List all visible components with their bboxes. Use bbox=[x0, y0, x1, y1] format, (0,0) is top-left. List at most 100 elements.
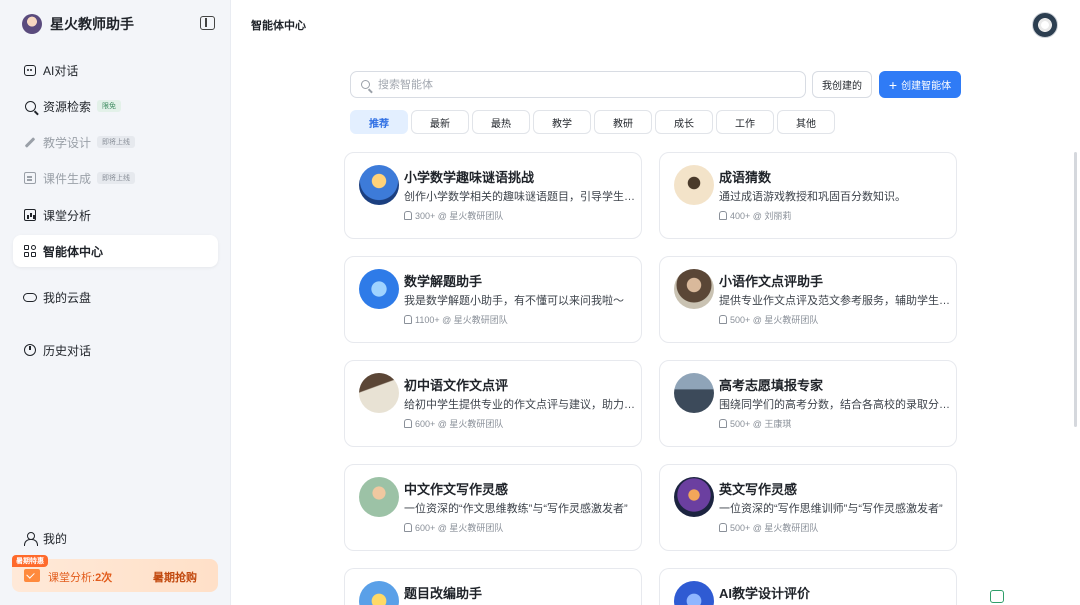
floating-logo-icon[interactable] bbox=[990, 590, 1004, 603]
agent-avatar bbox=[674, 477, 714, 517]
like-icon bbox=[719, 523, 727, 532]
agent-card-junior-essay[interactable]: 初中语文作文点评 给初中学生提供专业的作文点评与建议，助力写作 600+ @ 星… bbox=[344, 360, 642, 447]
like-count: 400+ bbox=[730, 210, 751, 221]
create-agent-label: 创建智能体 bbox=[901, 81, 952, 92]
promo-cta-button[interactable]: 暑期抢购 bbox=[153, 569, 197, 585]
brand[interactable]: 星火教师助手 bbox=[22, 12, 134, 36]
like-icon bbox=[404, 315, 412, 324]
clock-icon bbox=[23, 343, 37, 357]
agent-author: @ 星火教研团队 bbox=[437, 523, 504, 533]
agent-title: 高考志愿填报专家 bbox=[719, 378, 824, 393]
search-input[interactable] bbox=[376, 77, 776, 92]
agent-title: 数学解题助手 bbox=[404, 274, 483, 289]
agent-avatar bbox=[674, 581, 714, 605]
sidebar-item-cloud-drive[interactable]: 我的云盘 bbox=[13, 281, 218, 313]
coming-soon-badge: 即将上线 bbox=[97, 136, 136, 148]
document-icon bbox=[23, 171, 37, 185]
sidebar-collapse-icon[interactable] bbox=[200, 16, 215, 30]
tab-growth[interactable]: 成长 bbox=[655, 110, 713, 134]
sidebar-item-my-profile[interactable]: 我的 bbox=[13, 522, 218, 554]
tab-research[interactable]: 教研 bbox=[594, 110, 652, 134]
sidebar-item-label: 智能体中心 bbox=[43, 244, 104, 259]
agent-card-english-writing[interactable]: 英文写作灵感 一位资深的“写作思维训师”与“写作灵感激发者” 500+ @ 星火… bbox=[659, 464, 957, 551]
agent-card-chinese-writing[interactable]: 中文作文写作灵感 一位资深的“作文思维教练”与“写作灵感激发者” 600+ @ … bbox=[344, 464, 642, 551]
like-count: 300+ bbox=[415, 210, 436, 221]
cloud-icon bbox=[23, 290, 37, 304]
sidebar-item-agent-center[interactable]: 智能体中心 bbox=[13, 235, 218, 267]
plus-icon: + bbox=[888, 76, 898, 93]
sidebar-item-label: 历史对话 bbox=[43, 343, 92, 358]
agent-avatar bbox=[359, 373, 399, 413]
like-count: 500+ bbox=[730, 418, 751, 429]
sidebar-item-class-analysis[interactable]: 课堂分析 bbox=[13, 199, 218, 231]
agent-title: 初中语文作文点评 bbox=[404, 378, 509, 393]
agent-avatar bbox=[359, 581, 399, 605]
coming-soon-badge: 即将上线 bbox=[97, 172, 136, 184]
like-icon bbox=[719, 315, 727, 324]
tab-latest[interactable]: 最新 bbox=[411, 110, 469, 134]
sidebar-item-ai-chat[interactable]: AI对话 bbox=[13, 54, 218, 86]
agent-card-essay-review[interactable]: 小语作文点评助手 提供专业作文点评及范文参考服务，辅助学生提升 500+ @ 星… bbox=[659, 256, 957, 343]
agent-title: 英文写作灵感 bbox=[719, 482, 798, 497]
agent-author: @ 星火教研团队 bbox=[442, 315, 508, 325]
agent-meta: 1100+ @ 星火教研团队 bbox=[404, 313, 508, 326]
agent-description: 提供专业作文点评及范文参考服务，辅助学生提升 bbox=[719, 295, 951, 307]
agent-card-idiom-number[interactable]: 成语猜数 通过成语游戏教授和巩固百分数知识。 400+ @ 刘丽莉 bbox=[659, 152, 957, 239]
sidebar-item-label: 教学设计 bbox=[43, 135, 92, 150]
agent-author: @ 星火教研团队 bbox=[437, 211, 504, 221]
sidebar-item-history[interactable]: 历史对话 bbox=[13, 334, 218, 366]
agent-description: 一位资深的“写作思维训师”与“写作灵感激发者” bbox=[719, 503, 943, 515]
like-count: 600+ bbox=[415, 522, 436, 533]
agent-title: AI教学设计评价 bbox=[719, 586, 811, 601]
agent-card-gaokao-advisor[interactable]: 高考志愿填报专家 围绕同学们的高考分数，结合各高校的录取分数线 500+ @ 王… bbox=[659, 360, 957, 447]
tab-work[interactable]: 工作 bbox=[716, 110, 774, 134]
agent-title: 中文作文写作灵感 bbox=[404, 482, 509, 497]
my-created-button[interactable]: 我创建的 bbox=[812, 71, 872, 98]
promo-banner[interactable]: 暑期特惠 课堂分析:2次 暑期抢购 bbox=[12, 555, 218, 592]
agent-card-math-solver[interactable]: 数学解题助手 我是数学解题小助手，有不懂可以来问我啦～ 1100+ @ 星火教研… bbox=[344, 256, 642, 343]
agent-meta: 500+ @ 星火教研团队 bbox=[719, 313, 818, 326]
search-bar[interactable] bbox=[350, 71, 806, 98]
search-icon bbox=[361, 80, 370, 89]
agent-description: 给初中学生提供专业的作文点评与建议，助力写作 bbox=[404, 399, 636, 411]
sidebar: 星火教师助手 AI对话 资源检索 限免 教学设计 即将上线 课件生成 即将上线 … bbox=[0, 0, 231, 605]
agent-avatar bbox=[674, 165, 714, 205]
free-badge: 限免 bbox=[97, 100, 122, 112]
sidebar-item-label: 课堂分析 bbox=[43, 208, 92, 223]
like-count: 600+ bbox=[415, 418, 436, 429]
agent-author: @ 星火教研团队 bbox=[437, 419, 504, 429]
tab-hottest[interactable]: 最热 bbox=[472, 110, 530, 134]
agent-title: 小语作文点评助手 bbox=[719, 274, 824, 289]
tab-teaching[interactable]: 教学 bbox=[533, 110, 591, 134]
sidebar-item-label: 课件生成 bbox=[43, 171, 92, 186]
app-logo-icon bbox=[22, 14, 42, 34]
scrollbar[interactable] bbox=[1074, 152, 1077, 427]
agent-card-question-adapt[interactable]: 题目改编助手 bbox=[344, 568, 642, 605]
tab-recommended[interactable]: 推荐 bbox=[350, 110, 408, 134]
tab-other[interactable]: 其他 bbox=[777, 110, 835, 134]
sidebar-item-label: 我的云盘 bbox=[43, 290, 92, 305]
sidebar-item-teaching-design[interactable]: 教学设计 即将上线 bbox=[13, 126, 218, 158]
create-agent-button[interactable]: + 创建智能体 bbox=[879, 71, 961, 98]
agent-description: 通过成语游戏教授和巩固百分数知识。 bbox=[719, 191, 906, 203]
agent-description: 围绕同学们的高考分数，结合各高校的录取分数线 bbox=[719, 399, 951, 411]
agent-avatar bbox=[359, 165, 399, 205]
agent-description: 一位资深的“作文思维教练”与“写作灵感激发者” bbox=[404, 503, 628, 515]
agent-author: @ 星火教研团队 bbox=[752, 523, 819, 533]
sidebar-item-resource-search[interactable]: 资源检索 限免 bbox=[13, 90, 218, 122]
search-icon bbox=[23, 99, 37, 113]
agent-card-ai-teaching-eval[interactable]: AI教学设计评价 bbox=[659, 568, 957, 605]
chart-icon bbox=[23, 208, 37, 222]
page-title: 智能体中心 bbox=[251, 20, 306, 32]
agent-meta: 400+ @ 刘丽莉 bbox=[719, 209, 791, 222]
user-icon bbox=[23, 531, 38, 546]
sidebar-item-courseware[interactable]: 课件生成 即将上线 bbox=[13, 162, 218, 194]
agent-meta: 500+ @ 星火教研团队 bbox=[719, 521, 818, 534]
like-icon bbox=[404, 523, 412, 532]
agent-title: 成语猜数 bbox=[719, 170, 772, 185]
agent-avatar bbox=[359, 477, 399, 517]
agent-author: @ 王康琪 bbox=[752, 419, 792, 429]
avatar[interactable] bbox=[1032, 12, 1058, 38]
agent-card-math-riddle[interactable]: 小学数学趣味谜语挑战 创作小学数学相关的趣味谜语题目，引导学生思考 300+ @… bbox=[344, 152, 642, 239]
app-name: 星火教师助手 bbox=[50, 16, 134, 32]
